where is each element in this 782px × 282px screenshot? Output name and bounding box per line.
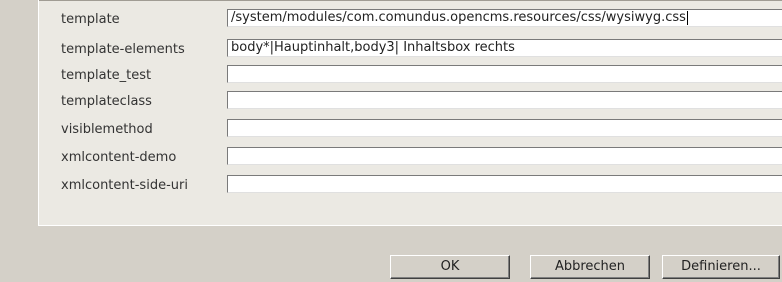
property-row-templateclass: templateclass	[39, 90, 782, 116]
property-row-xmlcontent-side-uri: xmlcontent-side-uri	[39, 174, 782, 200]
field-text: /system/modules/com.comundus.opencms.res…	[231, 10, 686, 25]
property-row-template-elements: template-elements body*|Hauptinhalt,body…	[39, 38, 782, 64]
property-label: templateclass	[61, 94, 152, 109]
property-label: template-elements	[61, 42, 185, 57]
property-row-template: template /system/modules/com.comundus.op…	[39, 8, 782, 34]
property-row-template-test: template_test	[39, 64, 782, 90]
text-caret	[686, 10, 688, 25]
property-row-visiblemethod: visiblemethod	[39, 118, 782, 144]
property-label: xmlcontent-side-uri	[61, 178, 188, 193]
property-value-field[interactable]	[227, 147, 782, 165]
property-label: template	[61, 12, 120, 27]
property-label: template_test	[61, 68, 152, 83]
property-label: visiblemethod	[61, 122, 153, 137]
property-value-field[interactable]	[227, 175, 782, 193]
property-label: xmlcontent-demo	[61, 150, 177, 165]
ok-button[interactable]: OK	[390, 255, 510, 279]
property-value-field[interactable]: body*|Hauptinhalt,body3| Inhaltsbox rech…	[227, 39, 782, 57]
define-button[interactable]: Definieren...	[662, 255, 780, 279]
cancel-button[interactable]: Abbrechen	[530, 255, 650, 279]
properties-panel: template /system/modules/com.comundus.op…	[38, 0, 782, 226]
property-row-xmlcontent-demo: xmlcontent-demo	[39, 146, 782, 172]
property-value-field[interactable]	[227, 119, 782, 137]
property-value-field[interactable]	[227, 65, 782, 83]
property-value-field[interactable]: /system/modules/com.comundus.opencms.res…	[227, 9, 782, 27]
property-value-field[interactable]	[227, 91, 782, 109]
